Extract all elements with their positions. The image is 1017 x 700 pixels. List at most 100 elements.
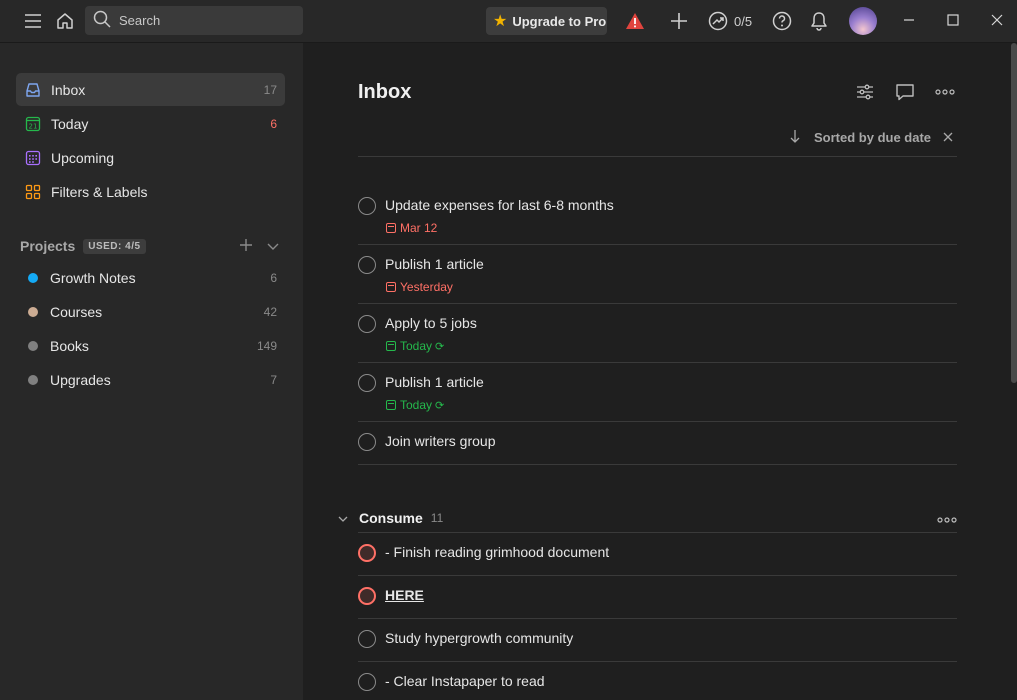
project-count: 7 xyxy=(270,372,277,387)
avatar[interactable] xyxy=(849,7,877,35)
warning-icon[interactable] xyxy=(624,11,646,31)
task-title: Update expenses for last 6-8 months xyxy=(385,197,614,213)
project-item-books[interactable]: Books 149 xyxy=(16,329,285,362)
sidebar-item-label: Upcoming xyxy=(51,149,115,166)
task-divider xyxy=(358,421,957,422)
upgrade-button[interactable]: ★ Upgrade to Pro xyxy=(486,7,607,35)
close-icon[interactable] xyxy=(975,0,1017,40)
sidebar-item-label: Today xyxy=(51,115,89,132)
task-item[interactable]: Study hypergrowth community xyxy=(358,629,957,659)
search-input[interactable]: Search xyxy=(85,6,303,35)
task-due-date: Mar 12 xyxy=(386,221,437,235)
more-options-icon[interactable] xyxy=(933,80,957,104)
task-item[interactable]: HERE xyxy=(358,586,957,616)
task-divider xyxy=(358,464,957,465)
task-divider xyxy=(358,575,957,576)
clear-sort-icon[interactable] xyxy=(943,130,953,145)
minimize-icon[interactable] xyxy=(887,0,931,40)
chevron-down-icon[interactable] xyxy=(338,510,350,526)
bell-icon[interactable] xyxy=(808,10,830,32)
project-count: 149 xyxy=(256,338,277,353)
projects-header[interactable]: Projects USED: 4/5 xyxy=(20,236,285,256)
project-item-upgrades[interactable]: Upgrades 7 xyxy=(16,363,285,396)
task-divider xyxy=(358,661,957,662)
task-item[interactable]: Update expenses for last 6-8 months Mar … xyxy=(358,196,957,245)
add-task-icon[interactable] xyxy=(668,10,690,32)
task-divider xyxy=(358,244,957,245)
calendar-icon xyxy=(386,223,396,233)
help-icon[interactable] xyxy=(771,10,793,32)
view-options-icon[interactable] xyxy=(853,80,877,104)
productivity-button[interactable]: 0/5 xyxy=(708,9,752,33)
section-more-icon[interactable] xyxy=(937,510,957,526)
section-name: Consume xyxy=(359,510,423,526)
karma-count: 0/5 xyxy=(734,13,753,29)
task-title: Publish 1 article xyxy=(385,374,484,390)
section-divider xyxy=(358,532,957,533)
sidebar-item-upcoming[interactable]: Upcoming xyxy=(16,141,285,174)
task-checkbox[interactable] xyxy=(358,315,376,333)
task-divider xyxy=(358,362,957,363)
sidebar-item-label: Filters & Labels xyxy=(51,183,148,200)
comment-icon[interactable] xyxy=(893,80,917,104)
menu-icon[interactable] xyxy=(22,10,44,32)
project-count: 42 xyxy=(263,304,277,319)
page-title: Inbox xyxy=(358,81,412,103)
sidebar-item-today[interactable]: 21 Today 6 xyxy=(16,107,285,140)
today-count: 6 xyxy=(270,116,277,131)
search-placeholder: Search xyxy=(119,13,161,28)
add-project-icon[interactable] xyxy=(239,238,253,255)
top-bar: Search ★ Upgrade to Pro 0/5 xyxy=(0,0,1017,43)
task-due-date: Today ⟳ xyxy=(386,339,444,353)
project-item-growth-notes[interactable]: Growth Notes 6 xyxy=(16,261,285,294)
project-label: Growth Notes xyxy=(50,269,136,286)
sort-indicator[interactable]: Sorted by due date xyxy=(790,127,953,147)
home-icon[interactable] xyxy=(54,10,76,32)
arrow-down-icon xyxy=(790,129,800,146)
project-item-courses[interactable]: Courses 42 xyxy=(16,295,285,328)
calendar-grid-icon xyxy=(24,149,42,167)
sidebar-item-filters-labels[interactable]: Filters & Labels xyxy=(16,175,285,208)
filters-icon xyxy=(24,183,42,201)
scrollbar[interactable] xyxy=(1011,43,1017,383)
task-item[interactable]: Publish 1 article Today ⟳ xyxy=(358,373,957,422)
task-checkbox[interactable] xyxy=(358,197,376,215)
sidebar-item-label: Inbox xyxy=(51,81,86,98)
section-header[interactable]: Consume 11 xyxy=(338,508,957,528)
task-checkbox[interactable] xyxy=(358,587,376,605)
recurring-icon: ⟳ xyxy=(435,399,445,412)
maximize-icon[interactable] xyxy=(931,0,975,40)
project-count: 6 xyxy=(270,270,277,285)
project-color-dot xyxy=(28,306,38,317)
task-title: - Clear Instapaper to read xyxy=(385,673,545,689)
task-checkbox[interactable] xyxy=(358,256,376,274)
task-checkbox[interactable] xyxy=(358,544,376,562)
task-due-date: Today ⟳ xyxy=(386,398,444,412)
task-item[interactable]: Publish 1 article Yesterday xyxy=(358,255,957,304)
task-checkbox[interactable] xyxy=(358,673,376,691)
calendar-icon xyxy=(386,282,396,292)
calendar-icon xyxy=(386,341,396,351)
recurring-icon: ⟳ xyxy=(435,340,445,353)
sort-label: Sorted by due date xyxy=(814,129,932,145)
calendar-today-icon: 21 xyxy=(24,115,42,133)
task-item[interactable]: Join writers group xyxy=(358,432,957,462)
task-title[interactable]: HERE xyxy=(385,587,424,603)
header-divider xyxy=(358,156,957,157)
star-icon: ★ xyxy=(493,13,508,30)
sidebar: Inbox 17 21 Today 6 Upcoming Filters & L… xyxy=(0,43,303,700)
task-checkbox[interactable] xyxy=(358,374,376,392)
search-icon xyxy=(93,10,111,31)
task-due-date: Yesterday xyxy=(386,280,453,294)
task-item[interactable]: Apply to 5 jobs Today ⟳ xyxy=(358,314,957,363)
task-item[interactable]: - Finish reading grimhood document xyxy=(358,543,957,573)
task-checkbox[interactable] xyxy=(358,433,376,451)
project-label: Upgrades xyxy=(50,371,111,388)
chevron-down-icon[interactable] xyxy=(267,238,279,254)
project-color-dot xyxy=(28,272,38,283)
task-item[interactable]: - Clear Instapaper to read xyxy=(358,672,957,700)
task-divider xyxy=(358,303,957,304)
task-checkbox[interactable] xyxy=(358,630,376,648)
task-title: Join writers group xyxy=(385,433,496,449)
sidebar-item-inbox[interactable]: Inbox 17 xyxy=(16,73,285,106)
